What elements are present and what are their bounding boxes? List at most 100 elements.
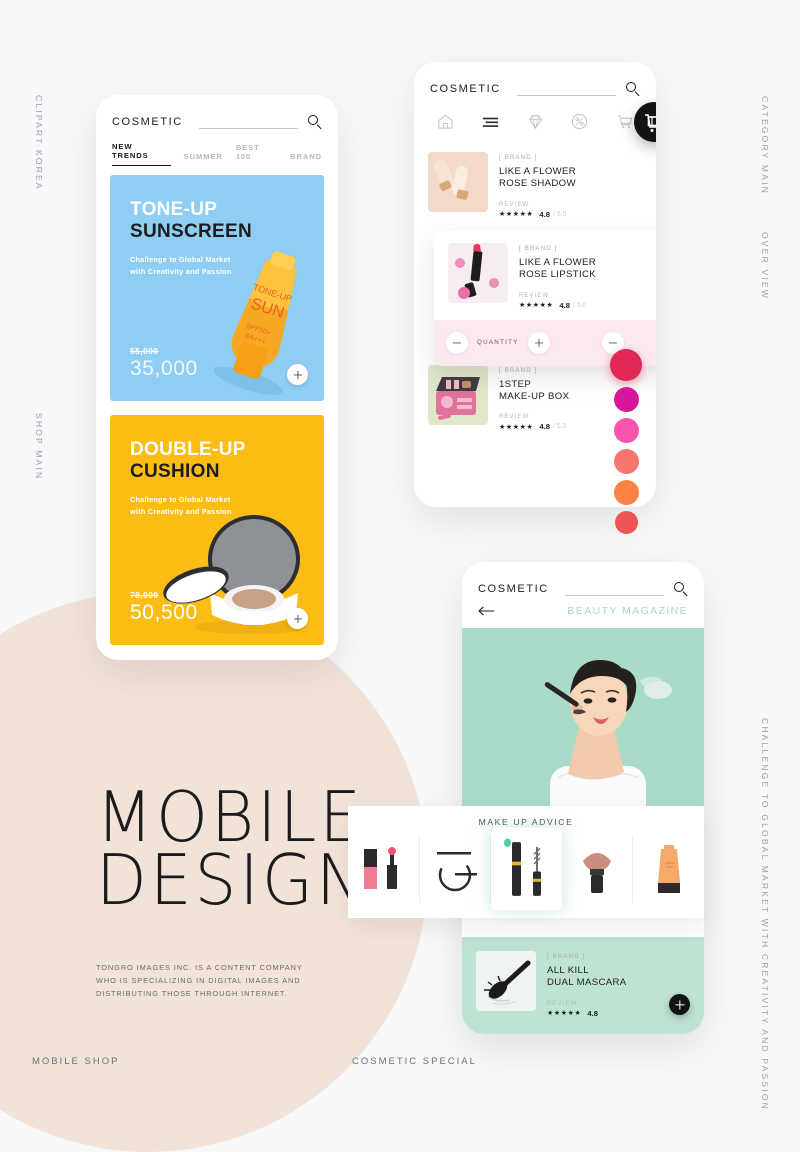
- add-to-cart-button[interactable]: [669, 994, 690, 1015]
- product-name-line-2: ROSE LIPSTICK: [519, 269, 597, 281]
- product-name-line-2: ROSE SHADOW: [499, 178, 576, 190]
- compact-powder-icon: [436, 852, 477, 892]
- side-label-shop-main: SHOP MAIN: [34, 413, 44, 481]
- app-logo: COSMETIC: [478, 583, 549, 595]
- rating-score: 4.8: [539, 422, 550, 432]
- hero-image-model: [462, 628, 704, 833]
- product-brand: [ BRAND ]: [499, 154, 538, 161]
- side-label-clipart-korea: CLIPART KOREA: [34, 95, 44, 191]
- promo-title-line-2: CUSHION: [130, 461, 220, 483]
- menu-icon[interactable]: [481, 112, 500, 131]
- tab-new-trends[interactable]: NEW TRENDS: [112, 142, 171, 166]
- quantity-decrease-button[interactable]: [446, 331, 468, 354]
- product-thumbnail: [428, 152, 488, 212]
- makeup-advice-panel: MAKE UP ADVICE: [348, 806, 704, 918]
- search-input[interactable]: [564, 583, 664, 596]
- headline-line-2: DESIGN: [96, 839, 369, 921]
- phone3-header: COSMETIC: [462, 562, 704, 596]
- diamond-icon[interactable]: [526, 112, 545, 131]
- color-swatch[interactable]: [613, 387, 639, 412]
- color-swatch-selected[interactable]: [610, 349, 642, 381]
- star-rating-icon: ★★★★★: [547, 1010, 582, 1018]
- add-to-cart-button[interactable]: [287, 608, 308, 629]
- lipgloss-icon: [364, 847, 398, 889]
- product-brand: [ BRAND ]: [547, 953, 586, 960]
- phone3-subheader: BEAUTY MAGAZINE: [462, 596, 704, 628]
- search-icon[interactable]: [308, 115, 322, 129]
- price-current: 50,500: [130, 601, 198, 624]
- percent-icon[interactable]: [570, 112, 589, 131]
- app-logo: COSMETIC: [430, 83, 501, 95]
- color-swatch[interactable]: [613, 449, 639, 474]
- search-input[interactable]: [198, 116, 298, 129]
- promo-card-cushion[interactable]: DOUBLE-UP CUSHION Challenge to Global Ma…: [110, 415, 324, 645]
- cart-action-button[interactable]: [634, 102, 656, 142]
- product-name-line-1: LIKE A FLOWER: [499, 166, 577, 177]
- advice-title: MAKE UP ADVICE: [478, 817, 574, 827]
- rating-score: 4.8: [539, 209, 550, 219]
- tab-summer[interactable]: SUMMER: [184, 152, 223, 166]
- price-original: 55,000: [130, 346, 159, 356]
- star-rating-icon: ★★★★★: [519, 302, 554, 310]
- rating-max: / 5.0: [572, 301, 587, 309]
- advice-item-foundation-tube[interactable]: [633, 835, 704, 903]
- advice-item-blush-brush[interactable]: [562, 835, 634, 903]
- featured-mascara-card[interactable]: [ BRAND ] ALL KILL DUAL MASCARA REVIEW ★…: [462, 937, 704, 1034]
- promo-title: TONE-UP SUNSCREEN: [130, 199, 324, 244]
- product-list-item[interactable]: [ BRAND ] LIKE A FLOWER ROSE SHADOW REVI…: [414, 143, 656, 228]
- tab-brand[interactable]: BRAND: [290, 152, 322, 166]
- back-arrow-icon[interactable]: [478, 605, 496, 617]
- search-icon[interactable]: [674, 582, 688, 596]
- review-label: REVIEW: [499, 201, 530, 208]
- advice-item-mascara[interactable]: [491, 827, 562, 911]
- color-swatch[interactable]: [613, 480, 639, 505]
- product-name-line-1: ALL KILL: [547, 965, 589, 976]
- phone-mockup-shop-main: COSMETIC NEW TRENDS SUMMER BEST 100 BRAN…: [96, 95, 338, 660]
- tab-best-100[interactable]: BEST 100: [236, 143, 277, 166]
- promo-subtitle-line-2: with Creativity and Passion: [130, 267, 232, 277]
- cart-icon[interactable]: [615, 112, 634, 131]
- advice-item-compact-powder[interactable]: [420, 835, 492, 903]
- cart-icon: [645, 114, 656, 132]
- promo-subtitle-line-2: with Creativity and Passion: [130, 507, 232, 517]
- quantity-increase-button[interactable]: [527, 331, 550, 354]
- company-blurb: TONGRO IMAGES INC. IS A CONTENT COMPANY …: [96, 963, 303, 998]
- product-name: ALL KILL DUAL MASCARA: [547, 965, 627, 990]
- product-info: [ BRAND ] ALL KILL DUAL MASCARA REVIEW ★…: [547, 951, 627, 1027]
- side-label-category-main: CATEGORY MAIN: [760, 96, 770, 195]
- promo-title-line-2: SUNSCREEN: [130, 221, 252, 243]
- product-name: LIKE A FLOWER ROSE LIPSTICK: [519, 257, 596, 282]
- promo-price-block: 55,000 35,000: [130, 346, 198, 381]
- phone2-header: COSMETIC: [414, 62, 656, 96]
- app-logo: COSMETIC: [112, 116, 183, 128]
- color-swatch[interactable]: [614, 511, 638, 534]
- price-original: 78,000: [130, 590, 159, 600]
- search-input[interactable]: [516, 83, 616, 96]
- color-swatch-list: [610, 349, 642, 534]
- search-icon[interactable]: [626, 82, 640, 96]
- product-brand: [ BRAND ]: [499, 366, 538, 374]
- phone1-header: COSMETIC: [96, 95, 338, 129]
- product-info: [ BRAND ] 1STEP MAKE-UP BOX REVIEW ★★★★★…: [499, 365, 569, 432]
- rating-row: ★★★★★ 4.8: [547, 1009, 627, 1018]
- advice-item-lipgloss[interactable]: [348, 835, 420, 903]
- footer-label-mobile-shop: MOBILE SHOP: [32, 1056, 120, 1067]
- featured-product-card[interactable]: [ BRAND ] LIKE A FLOWER ROSE LIPSTICK RE…: [434, 231, 656, 366]
- star-rating-icon: ★★★★★: [499, 211, 534, 219]
- rating-row: ★★★★★ 4.8 / 5.0: [499, 210, 576, 219]
- selected-indicator-dot: [504, 838, 512, 848]
- rating-max: / 5.0: [552, 210, 567, 218]
- promo-title-line-1: DOUBLE-UP: [130, 439, 246, 460]
- rating-row: ★★★★★ 4.8 / 5.0: [499, 422, 569, 431]
- color-swatch[interactable]: [613, 418, 639, 443]
- add-to-cart-button[interactable]: [287, 364, 308, 385]
- product-thumbnail: [476, 951, 536, 1011]
- product-name-line-2: DUAL MASCARA: [547, 977, 627, 989]
- featured-product-row: [ BRAND ] LIKE A FLOWER ROSE LIPSTICK RE…: [434, 231, 656, 320]
- category-icon-bar: [414, 96, 656, 143]
- review-label: REVIEW: [519, 292, 550, 299]
- rating-score: 4.8: [559, 300, 570, 310]
- home-icon[interactable]: [436, 112, 455, 131]
- promo-card-sunscreen[interactable]: TONE-UP SUN SPF50+ PA+++ TONE-UP SUNSCRE…: [110, 175, 324, 401]
- blush-brush-icon: [583, 853, 612, 893]
